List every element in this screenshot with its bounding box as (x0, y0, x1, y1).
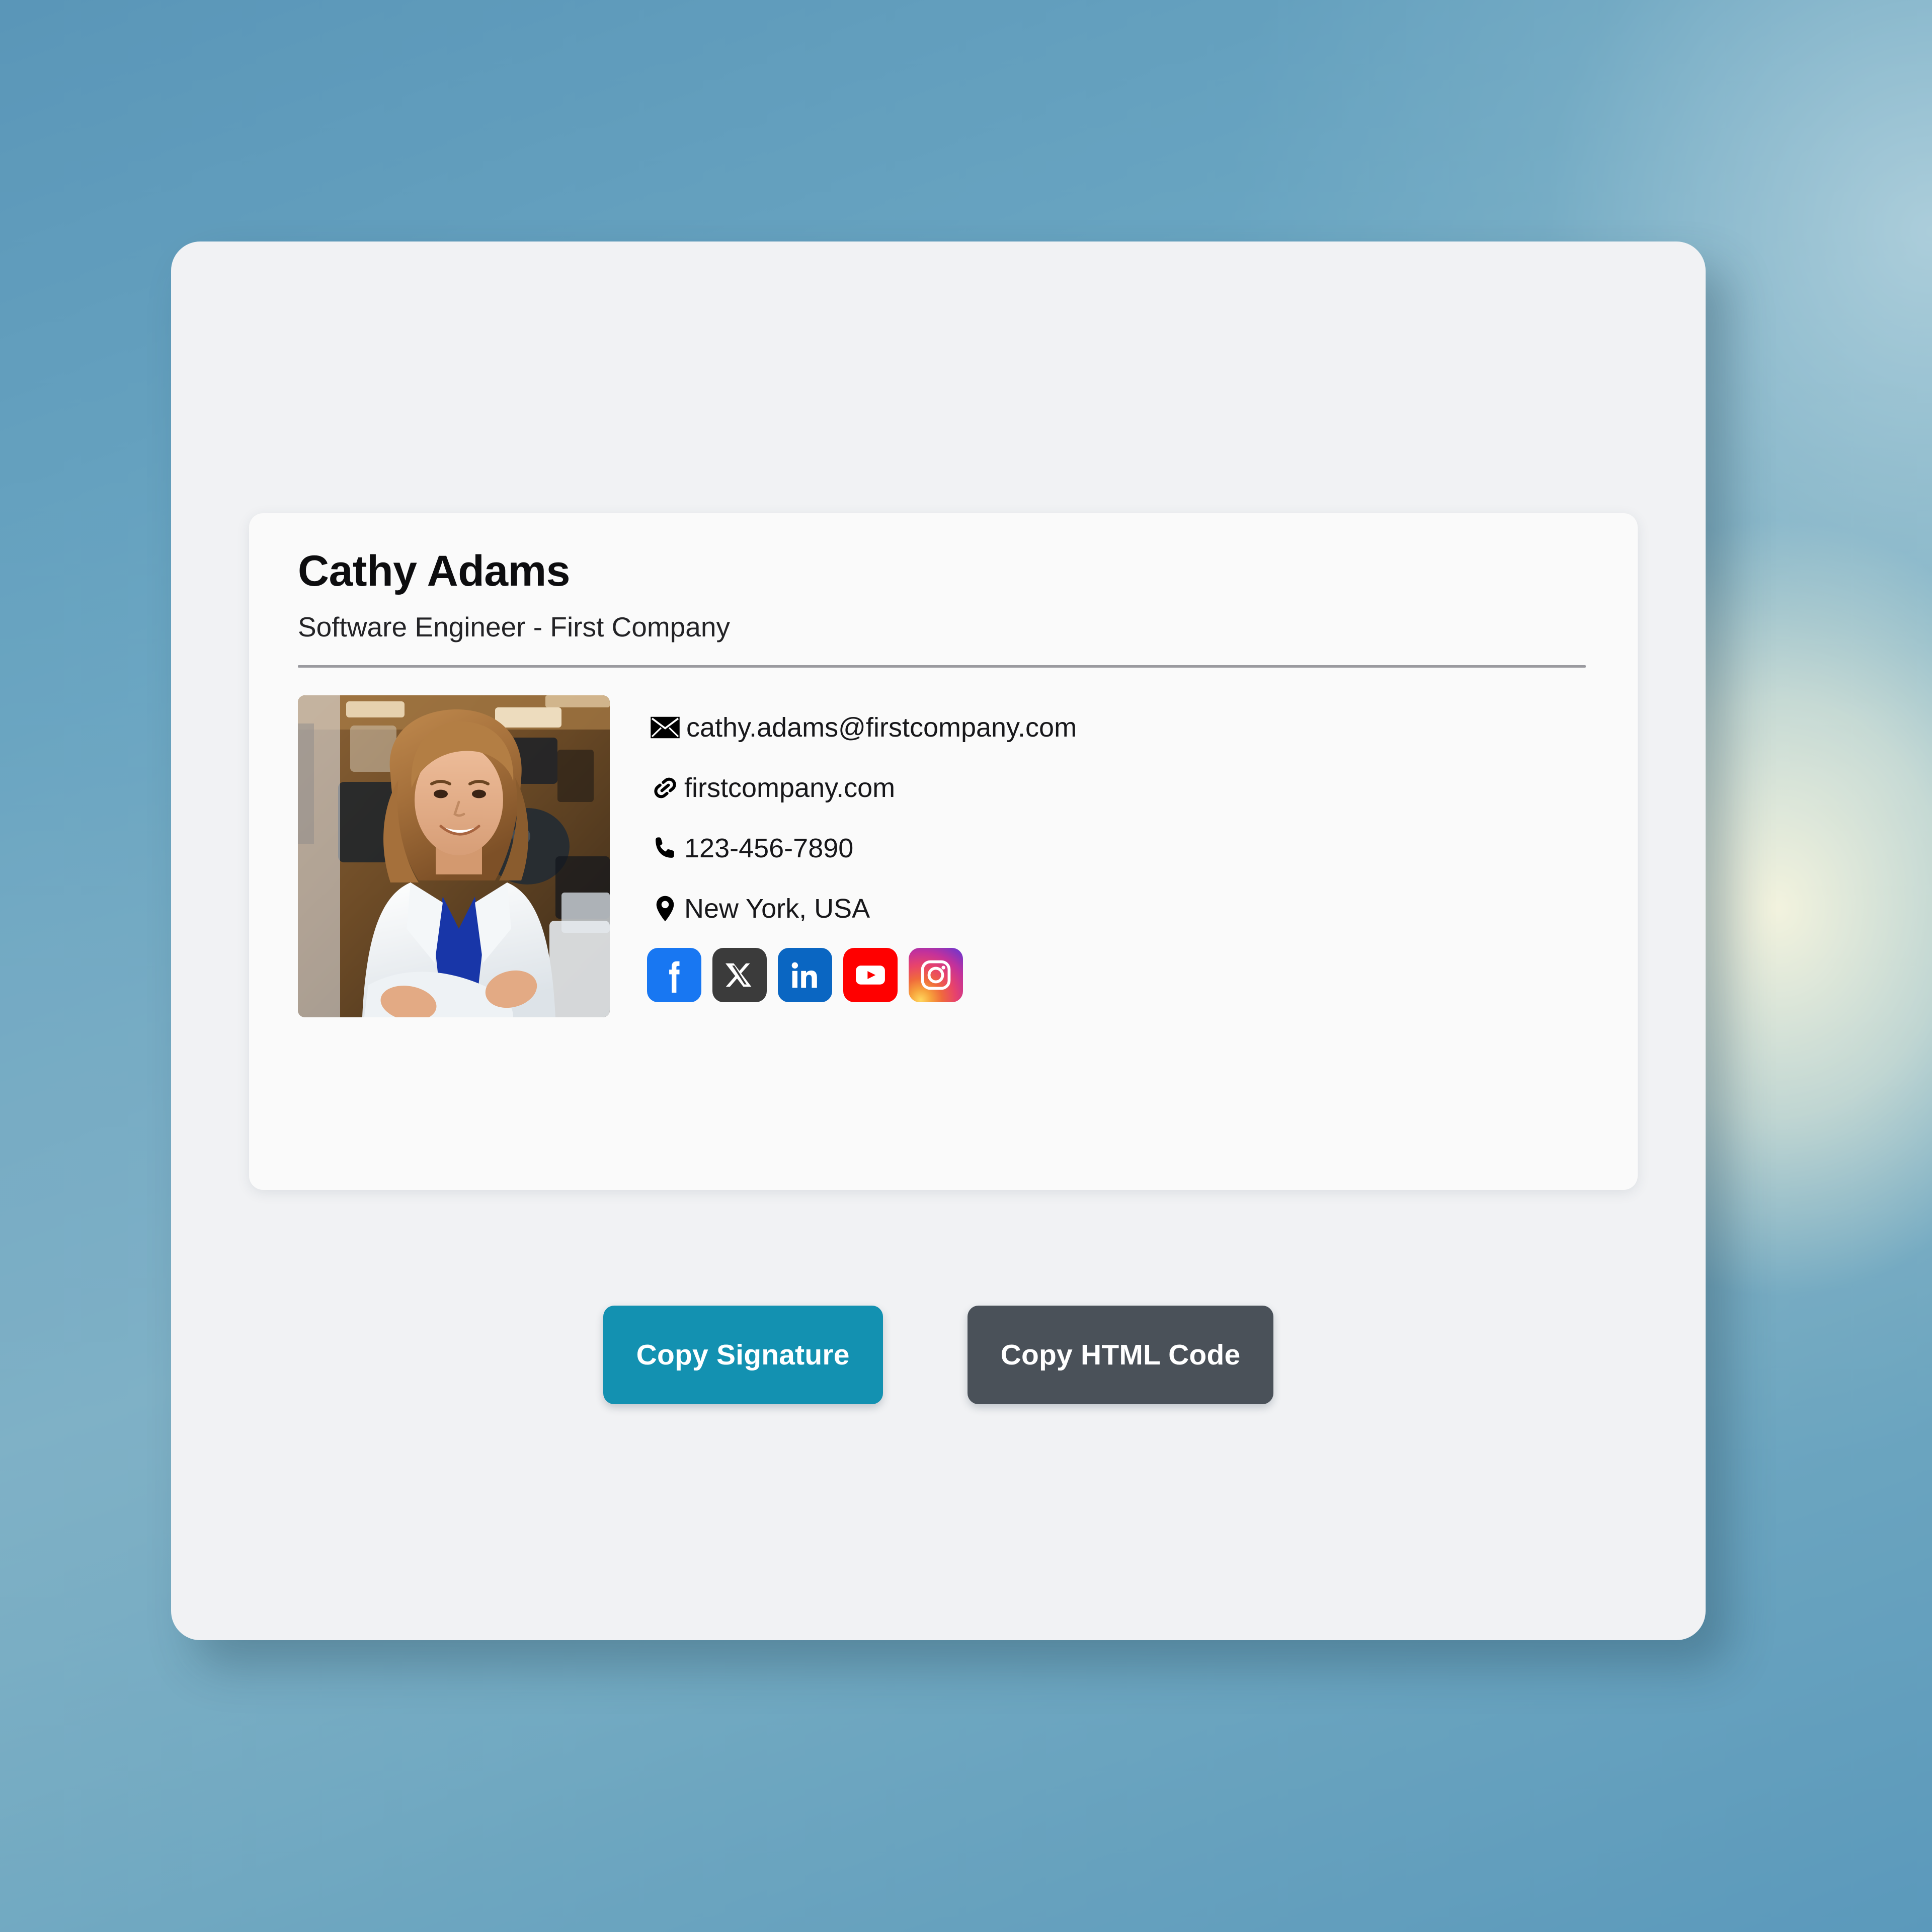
person-name: Cathy Adams (298, 547, 570, 595)
contact-row-email[interactable]: cathy.adams@firstcompany.com (646, 697, 1077, 758)
contact-details: cathy.adams@firstcompany.com firstcompan… (646, 695, 1077, 1002)
phone-value: 123-456-7890 (684, 833, 854, 863)
profile-photo (298, 695, 610, 1017)
phone-icon (646, 835, 684, 862)
location-pin-icon (646, 895, 684, 923)
social-links (647, 947, 1077, 1002)
youtube-icon[interactable] (843, 947, 898, 1002)
signature-body: cathy.adams@firstcompany.com firstcompan… (298, 695, 1638, 1017)
signature-divider (298, 665, 1586, 668)
copy-html-code-button[interactable]: Copy HTML Code (967, 1306, 1274, 1404)
facebook-icon[interactable] (647, 947, 701, 1002)
contact-row-phone[interactable]: 123-456-7890 (646, 818, 1077, 878)
instagram-icon[interactable] (909, 947, 963, 1002)
signature-preview-card: Cathy Adams Software Engineer - First Co… (249, 513, 1638, 1190)
person-job-title: Software Engineer - First Company (298, 611, 730, 643)
location-value: New York, USA (684, 893, 870, 924)
signature-content: Cathy Adams Software Engineer - First Co… (249, 513, 1638, 1017)
signature-generator-panel: Cathy Adams Software Engineer - First Co… (171, 242, 1706, 1640)
action-button-row: Copy Signature Copy HTML Code (171, 1306, 1706, 1404)
link-icon (646, 774, 684, 802)
contact-row-website[interactable]: firstcompany.com (646, 758, 1077, 818)
linkedin-icon[interactable] (778, 947, 832, 1002)
contact-row-location[interactable]: New York, USA (646, 878, 1077, 939)
copy-signature-button[interactable]: Copy Signature (603, 1306, 883, 1404)
email-value: cathy.adams@firstcompany.com (686, 712, 1077, 743)
envelope-icon (646, 716, 684, 739)
x-twitter-icon[interactable] (712, 947, 767, 1002)
website-value: firstcompany.com (684, 772, 896, 803)
